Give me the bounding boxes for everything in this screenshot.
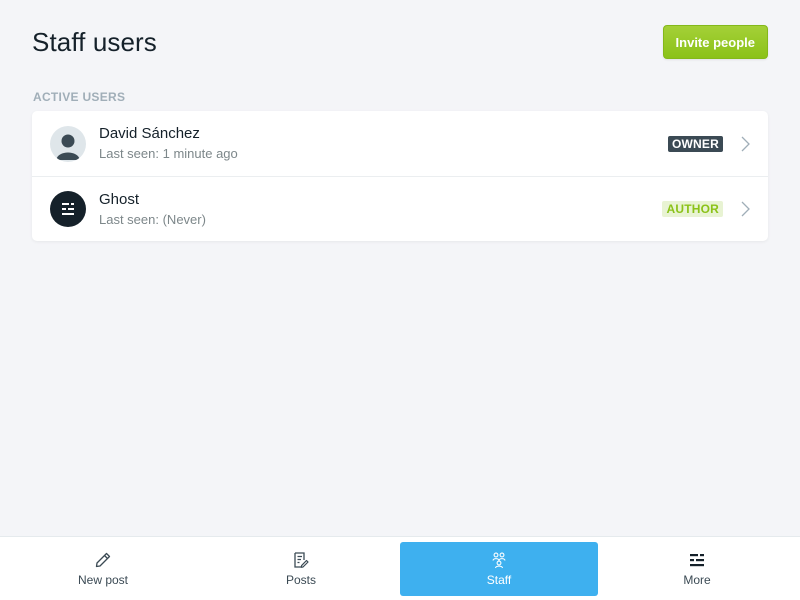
ghost-logo-icon bbox=[50, 191, 86, 227]
user-list: David Sánchez Last seen: 1 minute ago OW… bbox=[32, 111, 768, 241]
staff-icon bbox=[490, 551, 508, 569]
user-name: David Sánchez bbox=[99, 125, 200, 142]
author-role-badge: AUTHOR bbox=[662, 201, 723, 217]
user-silhouette-icon bbox=[50, 125, 86, 162]
more-icon bbox=[689, 551, 705, 569]
nav-item-label: Posts bbox=[285, 572, 316, 587]
user-last-seen: Last seen: (Never) bbox=[99, 211, 206, 227]
user-info: David Sánchez Last seen: 1 minute ago bbox=[99, 124, 750, 163]
chevron-right-icon bbox=[738, 136, 752, 152]
user-name: Ghost bbox=[99, 190, 140, 208]
staff-users-page: Staff users Invite people Active users D… bbox=[0, 0, 800, 600]
nav-item-label: New post bbox=[77, 572, 129, 587]
nav-item-new-post[interactable]: New post bbox=[4, 542, 202, 596]
nav-item-label: Staff bbox=[486, 572, 512, 587]
pencil-icon bbox=[94, 551, 112, 569]
bottom-navigation: New post Posts Staff More bbox=[0, 536, 800, 600]
nav-item-posts[interactable]: Posts bbox=[202, 542, 400, 596]
page-header: Staff users Invite people bbox=[32, 24, 768, 60]
nav-item-label: More bbox=[683, 572, 711, 587]
user-last-seen: Last seen: 1 minute ago bbox=[99, 146, 238, 161]
chevron-right-icon bbox=[738, 201, 752, 217]
page-title: Staff users bbox=[32, 26, 157, 57]
posts-icon bbox=[292, 551, 310, 569]
active-users-heading: Active users bbox=[33, 90, 126, 104]
user-info: Ghost Last seen: (Never) bbox=[99, 190, 750, 229]
nav-item-more[interactable]: More bbox=[598, 542, 796, 596]
user-row-ghost[interactable]: Ghost Last seen: (Never) AUTHOR bbox=[32, 176, 768, 241]
nav-item-staff[interactable]: Staff bbox=[400, 541, 598, 596]
user-row-david-sanchez[interactable]: David Sánchez Last seen: 1 minute ago OW… bbox=[32, 111, 768, 176]
invite-people-button[interactable]: Invite people bbox=[662, 25, 768, 59]
owner-role-badge: OWNER bbox=[668, 135, 723, 152]
